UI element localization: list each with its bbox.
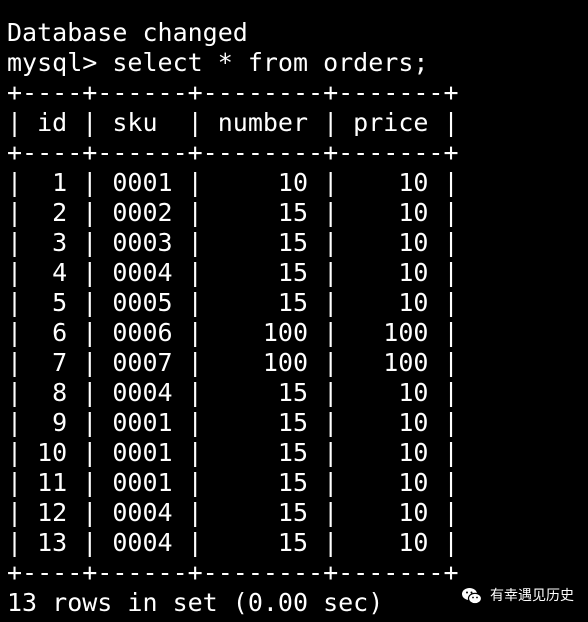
table-border: +----+------+--------+-------+ bbox=[7, 138, 459, 167]
table-row: | 1 | 0001 | 10 | 10 | bbox=[7, 168, 459, 197]
status-line: Database changed bbox=[7, 18, 248, 47]
table-row: | 5 | 0005 | 15 | 10 | bbox=[7, 288, 459, 317]
table-row: | 9 | 0001 | 15 | 10 | bbox=[7, 408, 459, 437]
table-row: | 6 | 0006 | 100 | 100 | bbox=[7, 318, 459, 347]
table-row: | 4 | 0004 | 15 | 10 | bbox=[7, 258, 459, 287]
table-row: | 11 | 0001 | 15 | 10 | bbox=[7, 468, 459, 497]
table-row: | 10 | 0001 | 15 | 10 | bbox=[7, 438, 459, 467]
table-row: | 2 | 0002 | 15 | 10 | bbox=[7, 198, 459, 227]
command-line: mysql> select * from orders; bbox=[7, 48, 429, 77]
table-row: | 7 | 0007 | 100 | 100 | bbox=[7, 348, 459, 377]
table-row: | 13 | 0004 | 15 | 10 | bbox=[7, 528, 459, 557]
table-border: +----+------+--------+-------+ bbox=[7, 78, 459, 107]
table-row: | 3 | 0003 | 15 | 10 | bbox=[7, 228, 459, 257]
terminal-window[interactable]: Database changed mysql> select * from or… bbox=[0, 0, 588, 622]
table-row: | 8 | 0004 | 15 | 10 | bbox=[7, 378, 459, 407]
table-row: | 12 | 0004 | 15 | 10 | bbox=[7, 498, 459, 527]
watermark: 有幸遇见历史 bbox=[460, 584, 574, 608]
watermark-text: 有幸遇见历史 bbox=[490, 588, 574, 604]
wechat-icon bbox=[462, 588, 483, 605]
table-header-row: | id | sku | number | price | bbox=[7, 108, 459, 137]
